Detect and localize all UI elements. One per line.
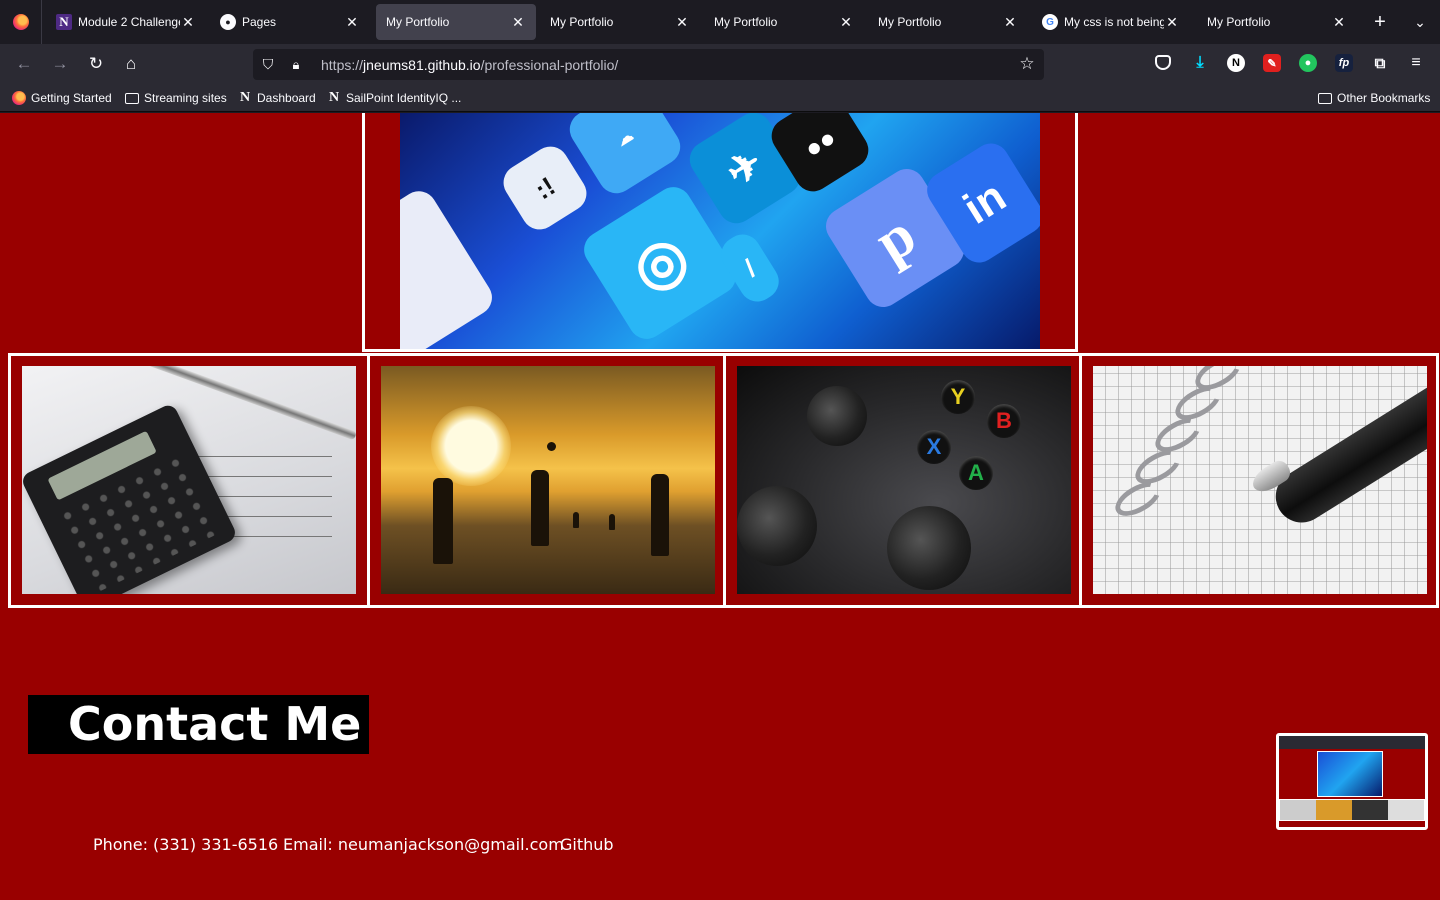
firefox-icon bbox=[12, 91, 26, 105]
hero-social-media-image: :! ☁ ✈ ●● ◎ p in / bbox=[400, 113, 1040, 349]
github-icon: ● bbox=[220, 14, 236, 30]
northwestern-icon: N bbox=[56, 14, 72, 30]
address-bar[interactable]: ⛉ 🔒︎ https://jneums81.github.io/professi… bbox=[253, 49, 1044, 80]
beach-sunset-photo bbox=[381, 366, 715, 594]
tab-preview-thumbnail[interactable] bbox=[1276, 733, 1428, 830]
tab-my-portfolio[interactable]: My Portfolio ✕ bbox=[704, 4, 864, 40]
home-icon[interactable]: ⌂ bbox=[119, 52, 143, 76]
fp-icon[interactable]: fp bbox=[1335, 54, 1353, 72]
contact-email[interactable]: Email: neumanjackson@gmail.com bbox=[283, 835, 564, 857]
close-tab-icon[interactable]: ✕ bbox=[1002, 14, 1018, 31]
tab-label: My Portfolio bbox=[1207, 15, 1271, 29]
bookmark-label: SailPoint IdentityIQ ... bbox=[346, 91, 462, 105]
gallery-cell: Y B X A bbox=[723, 356, 1079, 605]
forward-arrow-icon[interactable]: → bbox=[48, 52, 72, 76]
tab-label: Module 2 Challenge bbox=[78, 15, 180, 29]
tab-my-portfolio-active[interactable]: My Portfolio ✕ bbox=[376, 4, 536, 40]
gallery-cell bbox=[367, 356, 723, 605]
gallery-cell bbox=[11, 356, 367, 605]
bookmark-sailpoint[interactable]: N SailPoint IdentityIQ ... bbox=[327, 90, 461, 106]
close-tab-icon[interactable]: ✕ bbox=[838, 14, 854, 31]
bookmark-label: Dashboard bbox=[257, 91, 316, 105]
contact-phone: Phone: (331) 331-6516 bbox=[93, 835, 279, 854]
tab-my-portfolio[interactable]: My Portfolio ✕ bbox=[868, 4, 1028, 40]
folder-icon bbox=[1318, 92, 1332, 104]
tab-my-portfolio[interactable]: My Portfolio ✕ bbox=[540, 4, 700, 40]
contact-heading: Contact Me bbox=[28, 695, 369, 754]
tab-pages[interactable]: ● Pages ✕ bbox=[210, 4, 370, 40]
bookmark-label: Getting Started bbox=[31, 91, 112, 105]
url-text[interactable]: https://jneums81.github.io/professional-… bbox=[321, 57, 618, 73]
bookmark-dashboard[interactable]: N Dashboard bbox=[238, 90, 316, 106]
tab-label: My Portfolio bbox=[550, 15, 614, 29]
pocket-icon[interactable] bbox=[1155, 55, 1171, 70]
bookmarks-toolbar: Getting Started Streaming sites N Dashbo… bbox=[0, 84, 1440, 112]
navigation-toolbar: ← → ↻ ⌂ ⛉ 🔒︎ https://jneums81.github.io/… bbox=[0, 44, 1440, 84]
close-tab-icon[interactable]: ✕ bbox=[344, 14, 360, 31]
firefox-menu-icon[interactable] bbox=[0, 0, 42, 44]
tab-label: My Portfolio bbox=[878, 15, 942, 29]
calculator-photo bbox=[22, 366, 356, 594]
bookmark-getting-started[interactable]: Getting Started bbox=[12, 90, 112, 106]
lock-icon[interactable]: 🔒︎ bbox=[288, 57, 304, 73]
close-tab-icon[interactable]: ✕ bbox=[1331, 14, 1347, 31]
notebook-pen-photo bbox=[1093, 366, 1427, 594]
bookmark-streaming-sites[interactable]: Streaming sites bbox=[125, 90, 227, 106]
back-arrow-icon[interactable]: ← bbox=[12, 52, 36, 76]
game-controller-photo: Y B X A bbox=[737, 366, 1071, 594]
extensions-icon[interactable]: ⧉ bbox=[1371, 54, 1389, 72]
github-link[interactable]: Github bbox=[560, 835, 614, 857]
tab-label: Pages bbox=[242, 15, 277, 29]
list-all-tabs-chevron-icon[interactable]: ⌄ bbox=[1408, 10, 1432, 34]
folder-icon bbox=[125, 92, 139, 104]
menu-icon[interactable]: ≡ bbox=[1407, 54, 1425, 72]
close-tab-icon[interactable]: ✕ bbox=[1164, 14, 1180, 31]
tab-my-portfolio[interactable]: My Portfolio ✕ bbox=[1197, 4, 1357, 40]
close-tab-icon[interactable]: ✕ bbox=[180, 14, 196, 31]
image-gallery: Y B X A bbox=[8, 353, 1439, 608]
download-icon[interactable]: ⤓ bbox=[1191, 54, 1209, 72]
other-bookmarks[interactable]: Other Bookmarks bbox=[1318, 90, 1430, 106]
tracking-protection-shield-icon[interactable]: ⛉ bbox=[260, 56, 276, 73]
close-tab-icon[interactable]: ✕ bbox=[674, 14, 690, 31]
new-tab-button[interactable]: + bbox=[1368, 10, 1392, 34]
google-icon: G bbox=[1042, 14, 1058, 30]
app-tile: :! bbox=[496, 139, 594, 237]
app-tile bbox=[400, 184, 499, 349]
tab-module-2-challenge[interactable]: N Module 2 Challenge ✕ bbox=[46, 4, 206, 40]
tab-bar: N Module 2 Challenge ✕ ● Pages ✕ My Port… bbox=[0, 0, 1440, 44]
bookmark-star-icon[interactable]: ☆ bbox=[1016, 53, 1038, 75]
tab-google-search[interactable]: G My css is not being ✕ bbox=[1032, 4, 1190, 40]
bookmark-label: Other Bookmarks bbox=[1337, 91, 1431, 105]
notion-icon[interactable]: N bbox=[1227, 54, 1245, 72]
tab-label: My Portfolio bbox=[386, 15, 450, 29]
green-extension-icon[interactable]: ● bbox=[1299, 54, 1317, 72]
northwestern-icon: N bbox=[328, 90, 340, 105]
pdf-icon[interactable]: ✎ bbox=[1263, 54, 1281, 72]
bookmark-label: Streaming sites bbox=[144, 91, 227, 105]
northwestern-icon: N bbox=[239, 90, 251, 105]
gallery-cell bbox=[1079, 356, 1435, 605]
close-tab-icon[interactable]: ✕ bbox=[510, 14, 526, 31]
portfolio-page: :! ☁ ✈ ●● ◎ p in / Y B X A Contact Me Ph… bbox=[0, 113, 1440, 900]
tab-label: My Portfolio bbox=[714, 15, 778, 29]
tab-label: My css is not being bbox=[1064, 15, 1164, 29]
reload-icon[interactable]: ↻ bbox=[84, 52, 108, 76]
